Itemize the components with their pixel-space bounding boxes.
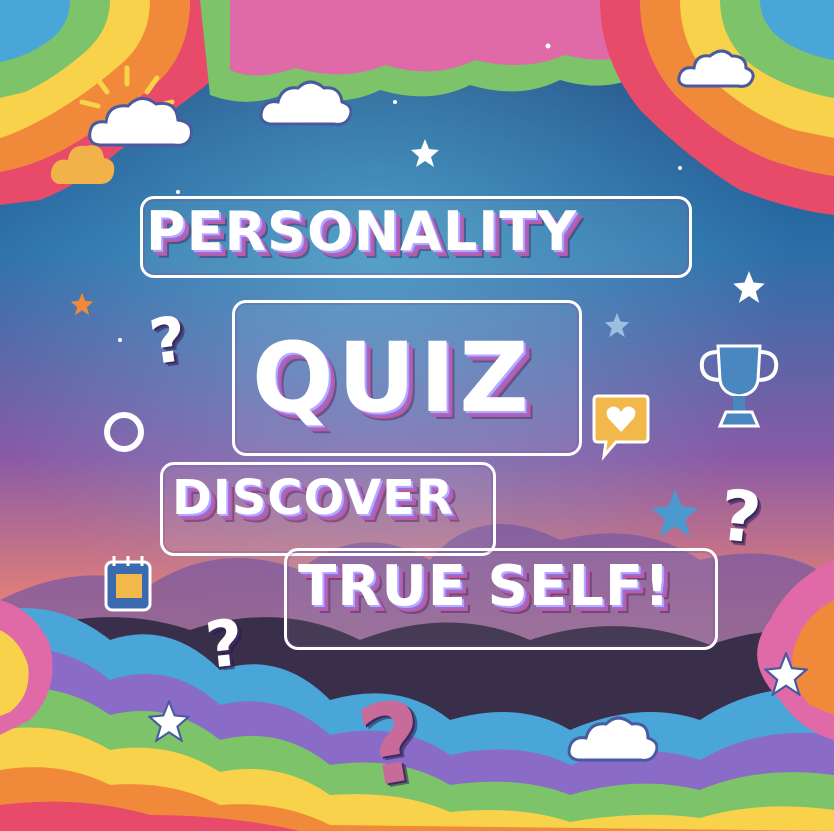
question-mark-icon: ? <box>715 474 765 560</box>
trophy-icon <box>699 344 779 428</box>
star-icon <box>604 312 630 338</box>
star-icon <box>70 292 94 316</box>
notebook-icon <box>104 556 152 612</box>
cloud-icon <box>50 145 115 184</box>
cloud-icon <box>677 49 755 88</box>
star-icon <box>733 271 765 303</box>
headline-discover: DISCOVER <box>172 470 454 526</box>
cloud-icon <box>567 716 658 762</box>
circle-outline-icon <box>104 412 144 452</box>
star-icon <box>651 489 699 537</box>
heart-bubble-icon <box>592 394 650 461</box>
star-icon <box>411 139 439 167</box>
headline-personality: PERSONALITY <box>146 200 578 263</box>
headline-true-self: TRUE SELF! <box>298 554 671 619</box>
quiz-poster: PERSONALITY QUIZ DISCOVER TRUE SELF! ? ?… <box>0 0 834 831</box>
question-mark-icon: ? <box>202 606 247 684</box>
star-icon <box>764 652 808 696</box>
star-icon <box>148 700 190 742</box>
cloud-icon <box>259 80 353 126</box>
headline-quiz: QUIZ <box>252 322 533 434</box>
